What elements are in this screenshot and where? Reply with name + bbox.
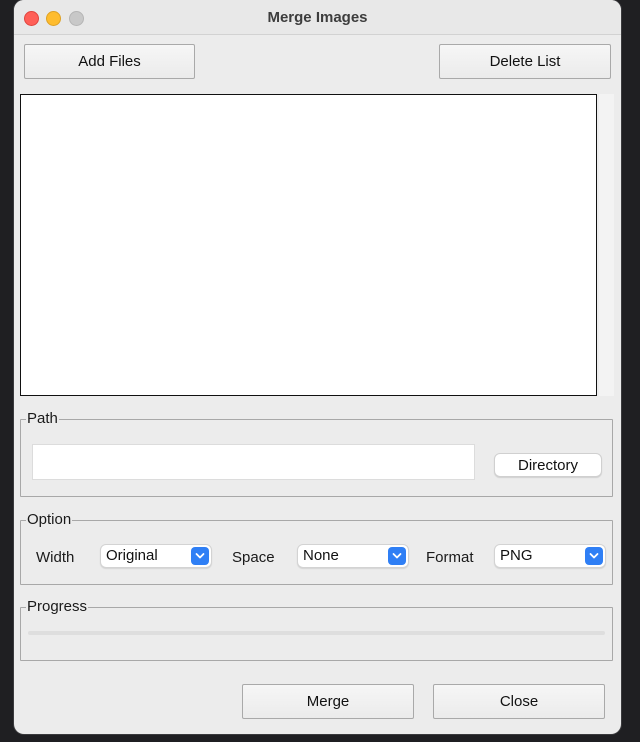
close-button[interactable]: Close: [433, 684, 605, 719]
chevron-down-icon: [388, 547, 406, 565]
progress-group: Progress: [20, 598, 613, 661]
delete-list-button[interactable]: Delete List: [439, 44, 611, 79]
file-list-scrollbar[interactable]: [599, 94, 614, 396]
progress-group-legend: Progress: [27, 598, 88, 615]
path-input[interactable]: [32, 444, 475, 480]
space-select-value: None: [303, 547, 339, 564]
window-title: Merge Images: [267, 9, 368, 26]
format-label: Format: [426, 549, 474, 566]
file-list[interactable]: [20, 94, 597, 396]
width-select[interactable]: Original: [100, 544, 212, 568]
progress-bar: [28, 631, 605, 635]
space-select[interactable]: None: [297, 544, 409, 568]
format-select-value: PNG: [500, 547, 533, 564]
merge-images-window: Merge Images Add Files Delete List Path …: [14, 0, 621, 734]
width-label: Width: [36, 549, 75, 566]
add-files-button[interactable]: Add Files: [24, 44, 195, 79]
directory-button[interactable]: Directory: [494, 453, 602, 477]
space-label: Space: [232, 549, 275, 566]
chevron-down-icon: [191, 547, 209, 565]
title-bar: Merge Images: [14, 0, 621, 35]
merge-button[interactable]: Merge: [242, 684, 414, 719]
width-select-value: Original: [106, 547, 158, 564]
format-select[interactable]: PNG: [494, 544, 606, 568]
chevron-down-icon: [585, 547, 603, 565]
option-group-legend: Option: [27, 511, 72, 528]
path-group-legend: Path: [27, 410, 58, 427]
